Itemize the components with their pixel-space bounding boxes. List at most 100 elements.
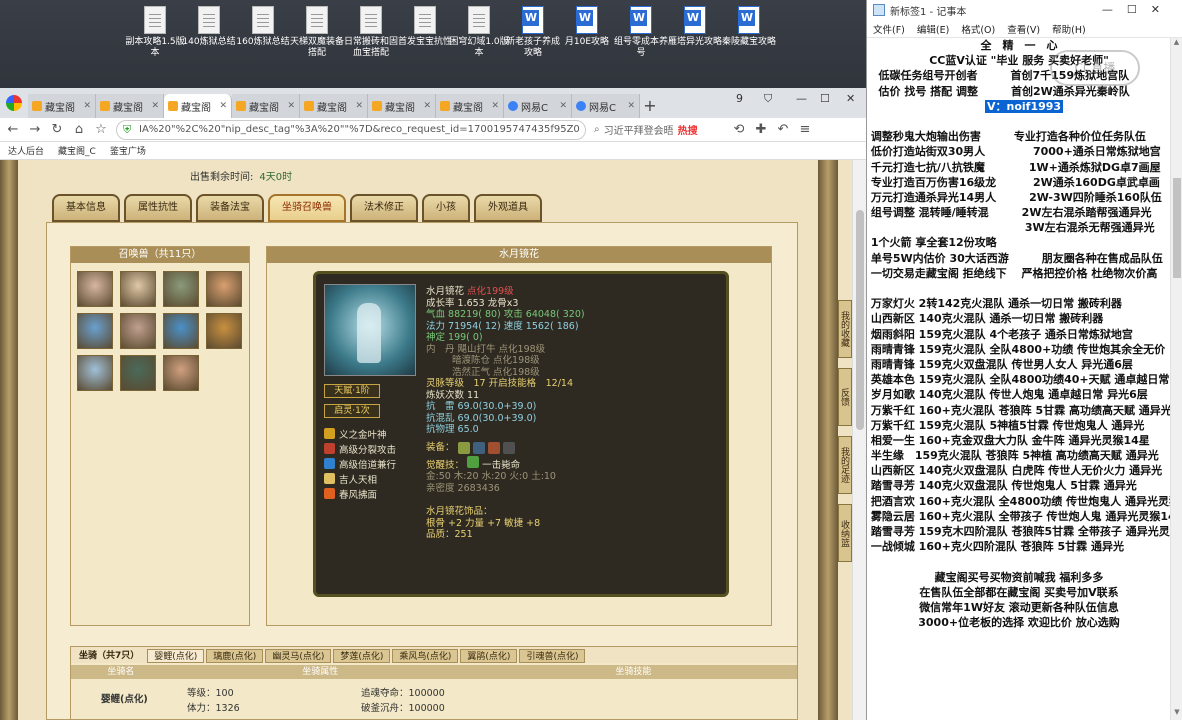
pet-thumbnail[interactable] [163,313,199,349]
side-button[interactable]: 我的足迹 [838,436,852,494]
pet-thumbnail[interactable] [120,271,156,307]
scrollbar-thumb[interactable] [856,210,864,430]
equip-icon[interactable] [502,441,515,454]
scroll-down-icon[interactable]: ▼ [1171,708,1182,720]
desktop-icon[interactable]: 首发宝宝抗性 [394,6,456,48]
desktop-icon[interactable]: 160炼狱总结 [232,6,294,48]
star-icon[interactable]: ☆ [94,122,108,137]
awaken-tag[interactable]: 启灵·1次 [324,404,380,418]
mount-tab[interactable]: 婴鲤(点化) [147,649,205,663]
mount-tab[interactable]: 引魂兽(点化) [519,649,586,663]
tab-close-icon[interactable]: ✕ [491,101,499,111]
shield-icon[interactable]: ⛉ [764,92,772,106]
tab-2[interactable]: 装备法宝 [196,194,264,222]
pet-skill[interactable]: 吉人天相 [324,471,396,486]
browser-tab[interactable]: 藏宝阁 ✕ [28,94,96,118]
pet-thumbnail[interactable] [163,271,199,307]
desktop-icon[interactable]: 天梯双魔装备搭配 [286,6,348,59]
puzzle-icon[interactable]: ✚ [754,122,768,137]
tab-close-icon[interactable]: ✕ [559,101,567,111]
desktop-icon[interactable]: 日常搬砖和固血宝搭配 [340,6,402,59]
pet-skill[interactable]: 义之金叶神 [324,426,396,441]
tab-count-badge[interactable]: 9 [736,92,743,105]
undo-icon[interactable]: ↶ [776,122,790,137]
browser-tab[interactable]: 藏宝阁 ✕ [300,94,368,118]
notepad-menu-item[interactable]: 编辑(E) [917,22,949,36]
scrollbar-thumb[interactable] [1173,178,1181,278]
mount-tab[interactable]: 璃鹿(点化) [206,649,264,663]
desktop-icon[interactable]: 副本攻略1.5版本 [124,6,186,59]
bookmark-item[interactable]: 藏宝阁_C [58,144,96,157]
forward-icon[interactable]: → [28,122,42,137]
tab-close-icon[interactable]: ✕ [423,101,431,111]
notepad-menu-item[interactable]: 格式(O) [961,22,995,36]
browser-tab[interactable]: 藏宝阁 ✕ [96,94,164,118]
tab-close-icon[interactable]: ✕ [287,101,295,111]
notepad-menu-item[interactable]: 文件(F) [873,22,905,36]
pet-thumbnail[interactable] [77,355,113,391]
desktop-icon[interactable]: 月10E攻略 [556,6,618,48]
back-icon[interactable]: ← [6,122,20,137]
desktop-icon[interactable]: 雁塔异光攻略 [664,6,726,48]
equip-icon[interactable] [457,441,470,454]
maximize-icon[interactable]: ☐ [820,92,830,105]
scroll-up-icon[interactable]: ▲ [1171,38,1182,50]
pet-skill[interactable]: 春风拂面 [324,486,396,501]
pet-thumbnail[interactable] [77,313,113,349]
pet-skill[interactable]: 高级分裂攻击 [324,441,396,456]
tab-close-icon[interactable]: ✕ [83,101,91,111]
desktop-icon[interactable]: 困穹幻域1.0版本 [448,6,510,59]
bookmark-item[interactable]: 达人后台 [8,144,44,157]
tab-close-icon[interactable]: ✕ [627,101,635,111]
desktop-icon[interactable]: 秦陵藏宝攻略 [718,6,780,48]
tab-1[interactable]: 属性抗性 [124,194,192,222]
hot-search-box[interactable]: ⌕ 习近平拜登会晤 热搜 [594,122,724,137]
side-button[interactable]: 收纳篮 [838,504,852,562]
sync-icon[interactable]: ⟲ [732,122,746,137]
pet-thumbnail[interactable] [206,313,242,349]
reload-icon[interactable]: ↻ [50,122,64,137]
tab-0[interactable]: 基本信息 [52,194,120,222]
pet-skill[interactable]: 高级倍道兼行 [324,456,396,471]
browser-tab[interactable]: 网易C ✕ [504,94,572,118]
menu-icon[interactable]: ≡ [798,122,812,137]
desktop-icon[interactable]: 新老孩子养成攻略 [502,6,564,59]
mount-tab[interactable]: 乘风鸟(点化) [392,649,459,663]
page-scrollbar[interactable] [852,160,866,720]
bookmark-item[interactable]: 鉴宝广场 [110,144,146,157]
tab-close-icon[interactable]: ✕ [219,101,227,111]
tab-5[interactable]: 小孩 [422,194,470,222]
pet-thumbnail[interactable] [120,355,156,391]
tab-6[interactable]: 外观道具 [474,194,542,222]
browser-logo-icon[interactable] [6,95,22,111]
pet-thumbnail[interactable] [206,271,242,307]
equip-icon[interactable] [487,441,500,454]
pet-thumbnail[interactable] [77,271,113,307]
side-button[interactable]: 反馈 [838,368,852,426]
pet-thumbnail[interactable] [120,313,156,349]
browser-tab[interactable]: 藏宝阁 ✕ [164,94,232,118]
notepad-menu-item[interactable]: 查看(V) [1007,22,1040,36]
desktop-icon[interactable]: 组号零成本养号 [610,6,672,59]
mount-tab[interactable]: 梦莲(点化) [333,649,391,663]
awaken-skill-icon[interactable] [467,455,480,468]
pet-thumbnail[interactable] [163,355,199,391]
equip-icon[interactable] [472,441,485,454]
tab-3[interactable]: 坐骑召唤兽 [268,194,346,222]
browser-tab[interactable]: 藏宝阁 ✕ [436,94,504,118]
desktop-icon[interactable]: 140炼狱总结 [178,6,240,48]
browser-tab[interactable]: 网易C ✕ [572,94,640,118]
talent-tag[interactable]: 天赋·1阶 [324,384,380,398]
tab-close-icon[interactable]: ✕ [151,101,159,111]
url-input[interactable]: IA%20"%2C%20"nip_desc_tag"%3A%20""%7D&re… [116,119,586,140]
home-icon[interactable]: ⌂ [72,122,86,137]
notepad-menu-item[interactable]: 帮助(H) [1052,22,1086,36]
tab-close-icon[interactable]: ✕ [355,101,363,111]
close-icon[interactable]: ✕ [846,92,855,105]
tab-4[interactable]: 法术修正 [350,194,418,222]
browser-tab[interactable]: 藏宝阁 ✕ [368,94,436,118]
mount-tab[interactable]: 翼鹃(点化) [460,649,518,663]
notepad-text-area[interactable]: 全 精 一 心 CC蓝V认证 "毕业 服务 买卖好老师" 低碳任务组号开创者 首创… [867,38,1171,720]
mount-tab[interactable]: 幽灵马(点化) [265,649,332,663]
new-tab-button[interactable]: + [640,94,660,118]
